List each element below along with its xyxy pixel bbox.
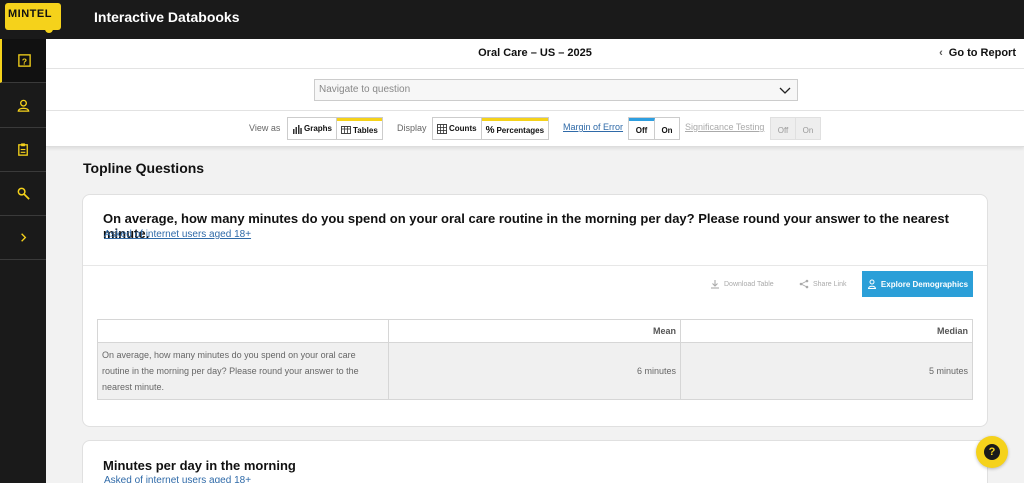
sidebar: ? [0, 39, 46, 483]
tables-button[interactable]: Tables [337, 118, 382, 139]
share-link-button[interactable]: Share Link [799, 279, 846, 289]
tables-label: Tables [353, 125, 378, 135]
chevron-left-icon: ‹ [939, 47, 943, 59]
percentages-button[interactable]: % Percentages [481, 118, 549, 139]
row-label: On average, how many minutes do you spen… [97, 342, 389, 400]
table-icon [341, 126, 351, 134]
top-bar: MINTEL Interactive Databooks [0, 0, 1024, 39]
sidebar-expand[interactable] [0, 216, 46, 260]
card-divider [83, 265, 987, 266]
clipboard-icon [17, 143, 28, 156]
grid-icon [437, 123, 447, 134]
bar-chart-icon [293, 124, 302, 134]
section-title: Topline Questions [83, 160, 205, 176]
person-icon [867, 279, 877, 289]
help-icon: ? [984, 444, 1000, 460]
next-question-title: Minutes per day in the morning [103, 458, 296, 473]
question-card: On average, how many minutes do you spen… [82, 194, 988, 427]
download-table-label: Download Table [724, 280, 774, 288]
table-header-mean: Mean [388, 319, 681, 343]
row-median: 5 minutes [680, 342, 973, 400]
next-base-link[interactable]: Asked of internet users aged 18+ [104, 475, 251, 483]
explore-demographics-label: Explore Demographics [880, 279, 969, 289]
counts-label: Counts [449, 124, 477, 133]
go-to-report-link[interactable]: ‹ Go to Report [939, 47, 1016, 59]
view-as-toggle: Graphs Tables [287, 117, 383, 140]
question-icon: ? [17, 54, 31, 67]
share-icon [799, 279, 809, 289]
app-title: Interactive Databooks [94, 9, 240, 25]
navigator-row: Navigate to question [46, 69, 1024, 111]
percentages-label: Percentages [496, 125, 545, 135]
user-icon [17, 99, 29, 112]
key-search-icon [17, 187, 30, 200]
graphs-label: Graphs [304, 124, 333, 133]
view-as-label: View as [249, 123, 281, 133]
display-toggle: Counts % Percentages [432, 117, 550, 140]
base-link[interactable]: Asked of internet users aged 18+ [104, 229, 251, 240]
logo-tail [45, 27, 53, 33]
share-link-label: Share Link [813, 280, 847, 288]
table-header-row: Mean Median [97, 319, 973, 343]
counts-button[interactable]: Counts [433, 118, 482, 139]
table-header-median: Median [680, 319, 973, 343]
sidebar-item-demographics[interactable] [0, 84, 46, 128]
table-header-empty [97, 319, 389, 343]
sig-off-button[interactable]: Off [771, 118, 796, 139]
logo-text: MINTEL [8, 8, 52, 20]
explore-demographics-button[interactable]: Explore Demographics [862, 271, 973, 297]
margin-of-error-toggle: Off On [628, 117, 680, 140]
moe-off-button[interactable]: Off [629, 118, 655, 139]
download-icon [711, 280, 719, 289]
next-question-card: Minutes per day in the morning Asked of … [82, 440, 988, 483]
significance-testing-link[interactable]: Significance Testing [685, 122, 764, 132]
navigate-question-select[interactable]: Navigate to question [314, 79, 798, 101]
view-options-bar: View as Graphs Tables Display Counts % P… [46, 111, 1024, 147]
sig-on-button[interactable]: On [796, 118, 820, 139]
main-content: Oral Care – US – 2025 ‹ Go to Report Nav… [46, 39, 1024, 483]
margin-of-error-link[interactable]: Margin of Error [563, 122, 623, 132]
page-title: Oral Care – US – 2025 [478, 47, 592, 59]
sidebar-item-report[interactable] [0, 128, 46, 172]
download-table-button[interactable]: Download Table [710, 279, 774, 289]
chevron-right-icon [20, 233, 26, 242]
help-button[interactable]: ? [976, 436, 1008, 468]
sidebar-item-questions[interactable]: ? [0, 39, 46, 83]
graphs-button[interactable]: Graphs [288, 118, 338, 139]
chevron-down-icon [779, 87, 791, 94]
significance-toggle: Off On [770, 117, 821, 140]
sidebar-item-search[interactable] [0, 172, 46, 216]
row-mean: 6 minutes [388, 342, 681, 400]
navigate-placeholder: Navigate to question [319, 84, 411, 95]
svg-text:?: ? [21, 56, 26, 66]
go-to-report-label: Go to Report [948, 47, 1016, 59]
header-row: Oral Care – US – 2025 ‹ Go to Report [46, 39, 1024, 69]
moe-on-button[interactable]: On [655, 118, 679, 139]
results-table: Mean Median On average, how many minutes… [97, 319, 973, 400]
mintel-logo[interactable]: MINTEL [5, 3, 61, 33]
table-row: On average, how many minutes do you spen… [97, 342, 973, 400]
display-label: Display [397, 123, 427, 133]
percent-icon: % [485, 124, 495, 136]
